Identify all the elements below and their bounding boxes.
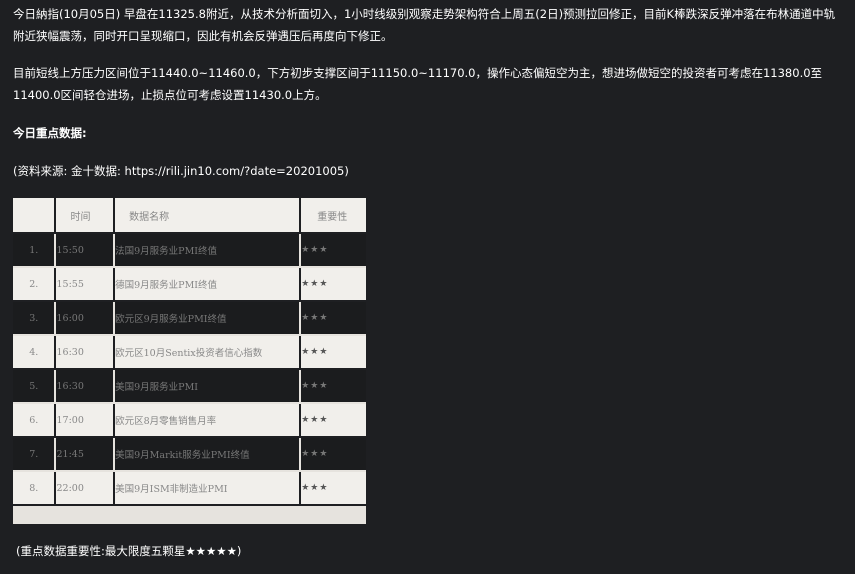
row-time: 16:30	[56, 336, 116, 370]
importance-note: (重点数据重要性:最大限度五颗星★★★★★)	[16, 544, 242, 558]
row-data-name: 欧元区9月服务业PMI终值	[115, 302, 302, 336]
table-row: 5. 16:30 美国9月服务业PMI ★★★	[13, 370, 366, 404]
header-time: 时间	[56, 198, 116, 234]
row-importance: ★★★	[301, 472, 366, 506]
row-data-name: 德国9月服务业PMI终值	[115, 268, 302, 302]
row-time: 21:45	[56, 438, 116, 472]
row-data-name: 美国9月Markit服务业PMI终值	[115, 438, 302, 472]
row-data-name: 法国9月服务业PMI终值	[115, 234, 302, 268]
key-data-table: 时间 数据名称 重要性 1. 15:50 法国9月服务业PMI终值 ★★★ 2. 15:5…	[13, 198, 366, 506]
row-index: 8.	[13, 472, 57, 506]
row-data-name: 美国9月ISM非制造业PMI	[115, 472, 302, 506]
row-index: 5.	[13, 370, 57, 404]
table-row: 8. 22:00 美国9月ISM非制造业PMI ★★★	[13, 472, 366, 506]
row-index: 2.	[13, 268, 57, 302]
row-data-name: 欧元区10月Sentix投资者信心指数	[115, 336, 302, 370]
table-row: 7. 21:45 美国9月Markit服务业PMI终值 ★★★	[13, 438, 366, 472]
key-data-heading: 今日重点数据:	[13, 126, 87, 140]
row-importance: ★★★	[301, 268, 366, 302]
table-header-row: 时间 数据名称 重要性	[13, 198, 366, 234]
header-data-name: 数据名称	[115, 198, 302, 234]
row-importance: ★★★	[301, 234, 366, 268]
table-row: 3. 16:00 欧元区9月服务业PMI终值 ★★★	[13, 302, 366, 336]
table-row: 4. 16:30 欧元区10月Sentix投资者信心指数 ★★★	[13, 336, 366, 370]
table-row: 6. 17:00 欧元区8月零售销售月率 ★★★	[13, 404, 366, 438]
row-importance: ★★★	[301, 302, 366, 336]
row-index: 7.	[13, 438, 57, 472]
row-importance: ★★★	[301, 404, 366, 438]
row-time: 15:55	[56, 268, 116, 302]
row-importance: ★★★	[301, 336, 366, 370]
table-row: 1. 15:50 法国9月服务业PMI终值 ★★★	[13, 234, 366, 268]
key-data-table-container: 时间 数据名称 重要性 1. 15:50 法国9月服务业PMI终值 ★★★ 2. 15:5…	[13, 198, 366, 524]
table-row: 2. 15:55 德国9月服务业PMI终值 ★★★	[13, 268, 366, 302]
row-time: 16:00	[56, 302, 116, 336]
row-time: 17:00	[56, 404, 116, 438]
analysis-paragraph-2: 目前短线上方压力区间位于11440.0~11460.0，下方初步支撑区间于111…	[13, 66, 823, 102]
row-index: 4.	[13, 336, 57, 370]
analysis-paragraph-1: 今日納指(10月05日) 早盘在11325.8附近，从技术分析面切入，1小时线级…	[13, 7, 836, 43]
row-index: 6.	[13, 404, 57, 438]
header-index	[13, 198, 57, 234]
data-source-note: (资料来源: 金十数据: https://rili.jin10.com/?dat…	[13, 164, 349, 178]
row-index: 1.	[13, 234, 57, 268]
row-time: 15:50	[56, 234, 116, 268]
row-index: 3.	[13, 302, 57, 336]
row-importance: ★★★	[301, 370, 366, 404]
row-time: 16:30	[56, 370, 116, 404]
table-body: 1. 15:50 法国9月服务业PMI终值 ★★★ 2. 15:55 德国9月服务业PMI终…	[13, 234, 366, 506]
header-importance: 重要性	[301, 198, 366, 234]
row-data-name: 美国9月服务业PMI	[115, 370, 302, 404]
row-time: 22:00	[56, 472, 116, 506]
row-data-name: 欧元区8月零售销售月率	[115, 404, 302, 438]
row-importance: ★★★	[301, 438, 366, 472]
